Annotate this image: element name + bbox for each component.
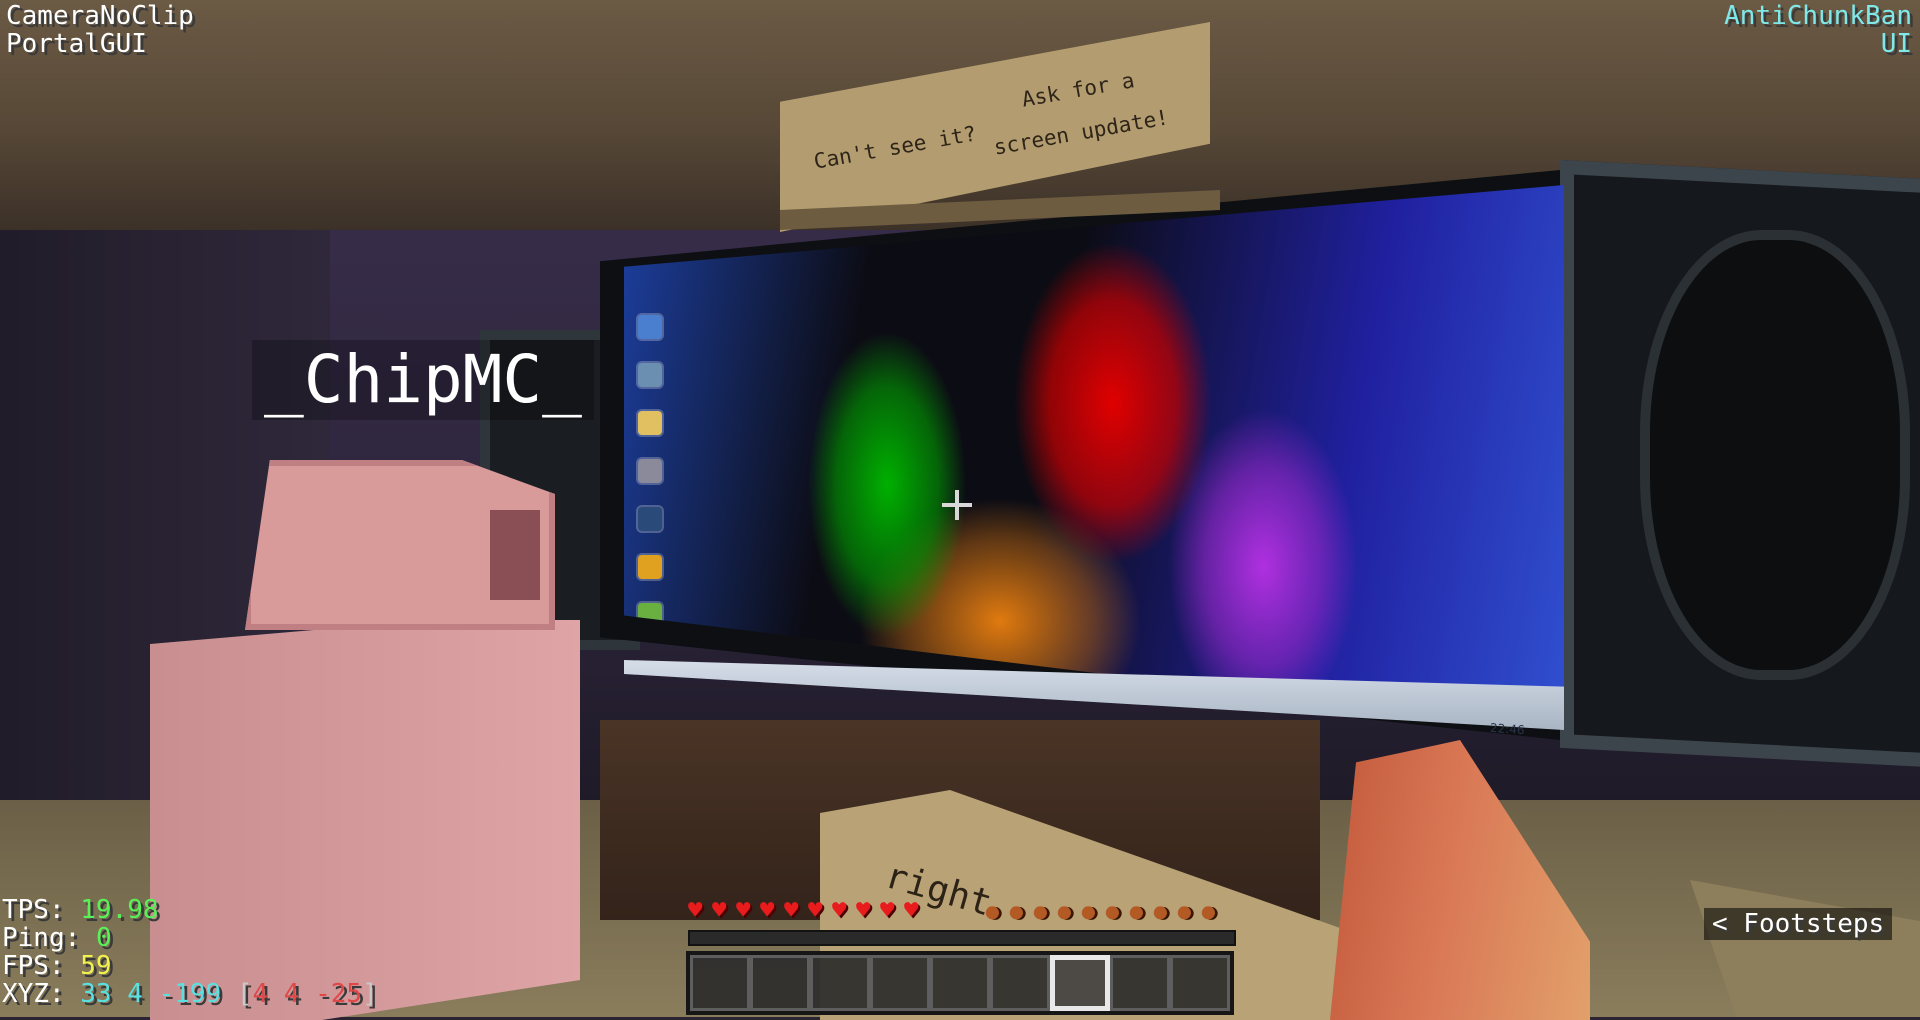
drumstick-icon: ●	[1196, 897, 1221, 927]
nether-coords: 4 4 -25	[252, 979, 363, 1009]
tps-row: TPS: 19.98	[2, 896, 378, 924]
heart-icon: ♥	[736, 896, 751, 924]
nether-open: [	[236, 979, 253, 1009]
health-bar: ♥ ♥ ♥ ♥ ♥ ♥ ♥ ♥ ♥ ♥	[688, 896, 927, 924]
steam-icon	[638, 507, 662, 531]
heart-icon: ♥	[856, 896, 871, 924]
experience-bar	[688, 930, 1236, 946]
ping-label: Ping:	[2, 923, 81, 953]
heart-icon: ♥	[688, 896, 703, 924]
module-portal-gui: PortalGUI	[6, 29, 147, 59]
module-camera-noclip: CameraNoClip	[6, 1, 194, 31]
hotbar-slot[interactable]	[690, 955, 750, 1011]
module-list-right: AntiChunkBan UI	[1724, 2, 1912, 58]
footsteps-subtitle: < Footsteps	[1704, 908, 1893, 940]
hunger-bar: ● ● ● ● ● ● ● ● ● ●	[980, 898, 1224, 926]
ping-value: 0	[95, 923, 112, 953]
heart-icon: ♥	[712, 896, 727, 924]
chrome-icon	[638, 555, 662, 579]
stats-panel: TPS: 19.98 Ping: 0 FPS: 59 XYZ: 33 4 -19…	[2, 896, 378, 1008]
ping-row: Ping: 0	[2, 924, 378, 952]
hotbar-slot-selected[interactable]	[1050, 955, 1110, 1011]
player-nametag: _ChipMC_	[252, 340, 594, 420]
fps-value: 59	[80, 951, 112, 981]
xyz-row: XYZ: 33 4 -199 [4 4 -25]	[2, 980, 378, 1008]
heart-icon: ♥	[760, 896, 775, 924]
player-face	[490, 510, 540, 600]
module-ui: UI	[1880, 29, 1912, 59]
xyz-label: XYZ:	[2, 979, 65, 1009]
recycle-bin-icon	[638, 363, 662, 387]
tps-value: 19.98	[80, 895, 159, 925]
hotbar-slot[interactable]	[1110, 955, 1170, 1011]
hotbar-slot[interactable]	[1170, 955, 1230, 1011]
heart-icon: ♥	[880, 896, 895, 924]
tps-label: TPS:	[2, 895, 65, 925]
xyz-value: 33 4 -199	[80, 979, 222, 1009]
speaker-cone	[1640, 230, 1910, 680]
shortcut-icon	[638, 459, 662, 483]
fps-row: FPS: 59	[2, 952, 378, 980]
heart-icon: ♥	[808, 896, 823, 924]
module-anti-chunk-ban: AntiChunkBan	[1724, 1, 1912, 31]
hotbar[interactable]	[686, 951, 1234, 1015]
folder-icon	[638, 411, 662, 435]
nether-close: ]	[362, 979, 378, 1009]
hotbar-slot[interactable]	[810, 955, 870, 1011]
crosshair-icon	[942, 490, 972, 520]
computer-icon	[638, 315, 662, 339]
fps-label: FPS:	[2, 951, 65, 981]
hotbar-slot[interactable]	[930, 955, 990, 1011]
heart-icon: ♥	[904, 896, 919, 924]
module-list-left: CameraNoClip PortalGUI	[6, 2, 194, 58]
hotbar-slot[interactable]	[750, 955, 810, 1011]
heart-icon: ♥	[832, 896, 847, 924]
heart-icon: ♥	[784, 896, 799, 924]
taskbar-clock: 22:46	[1489, 720, 1526, 738]
hotbar-slot[interactable]	[990, 955, 1050, 1011]
hotbar-slot[interactable]	[870, 955, 930, 1011]
